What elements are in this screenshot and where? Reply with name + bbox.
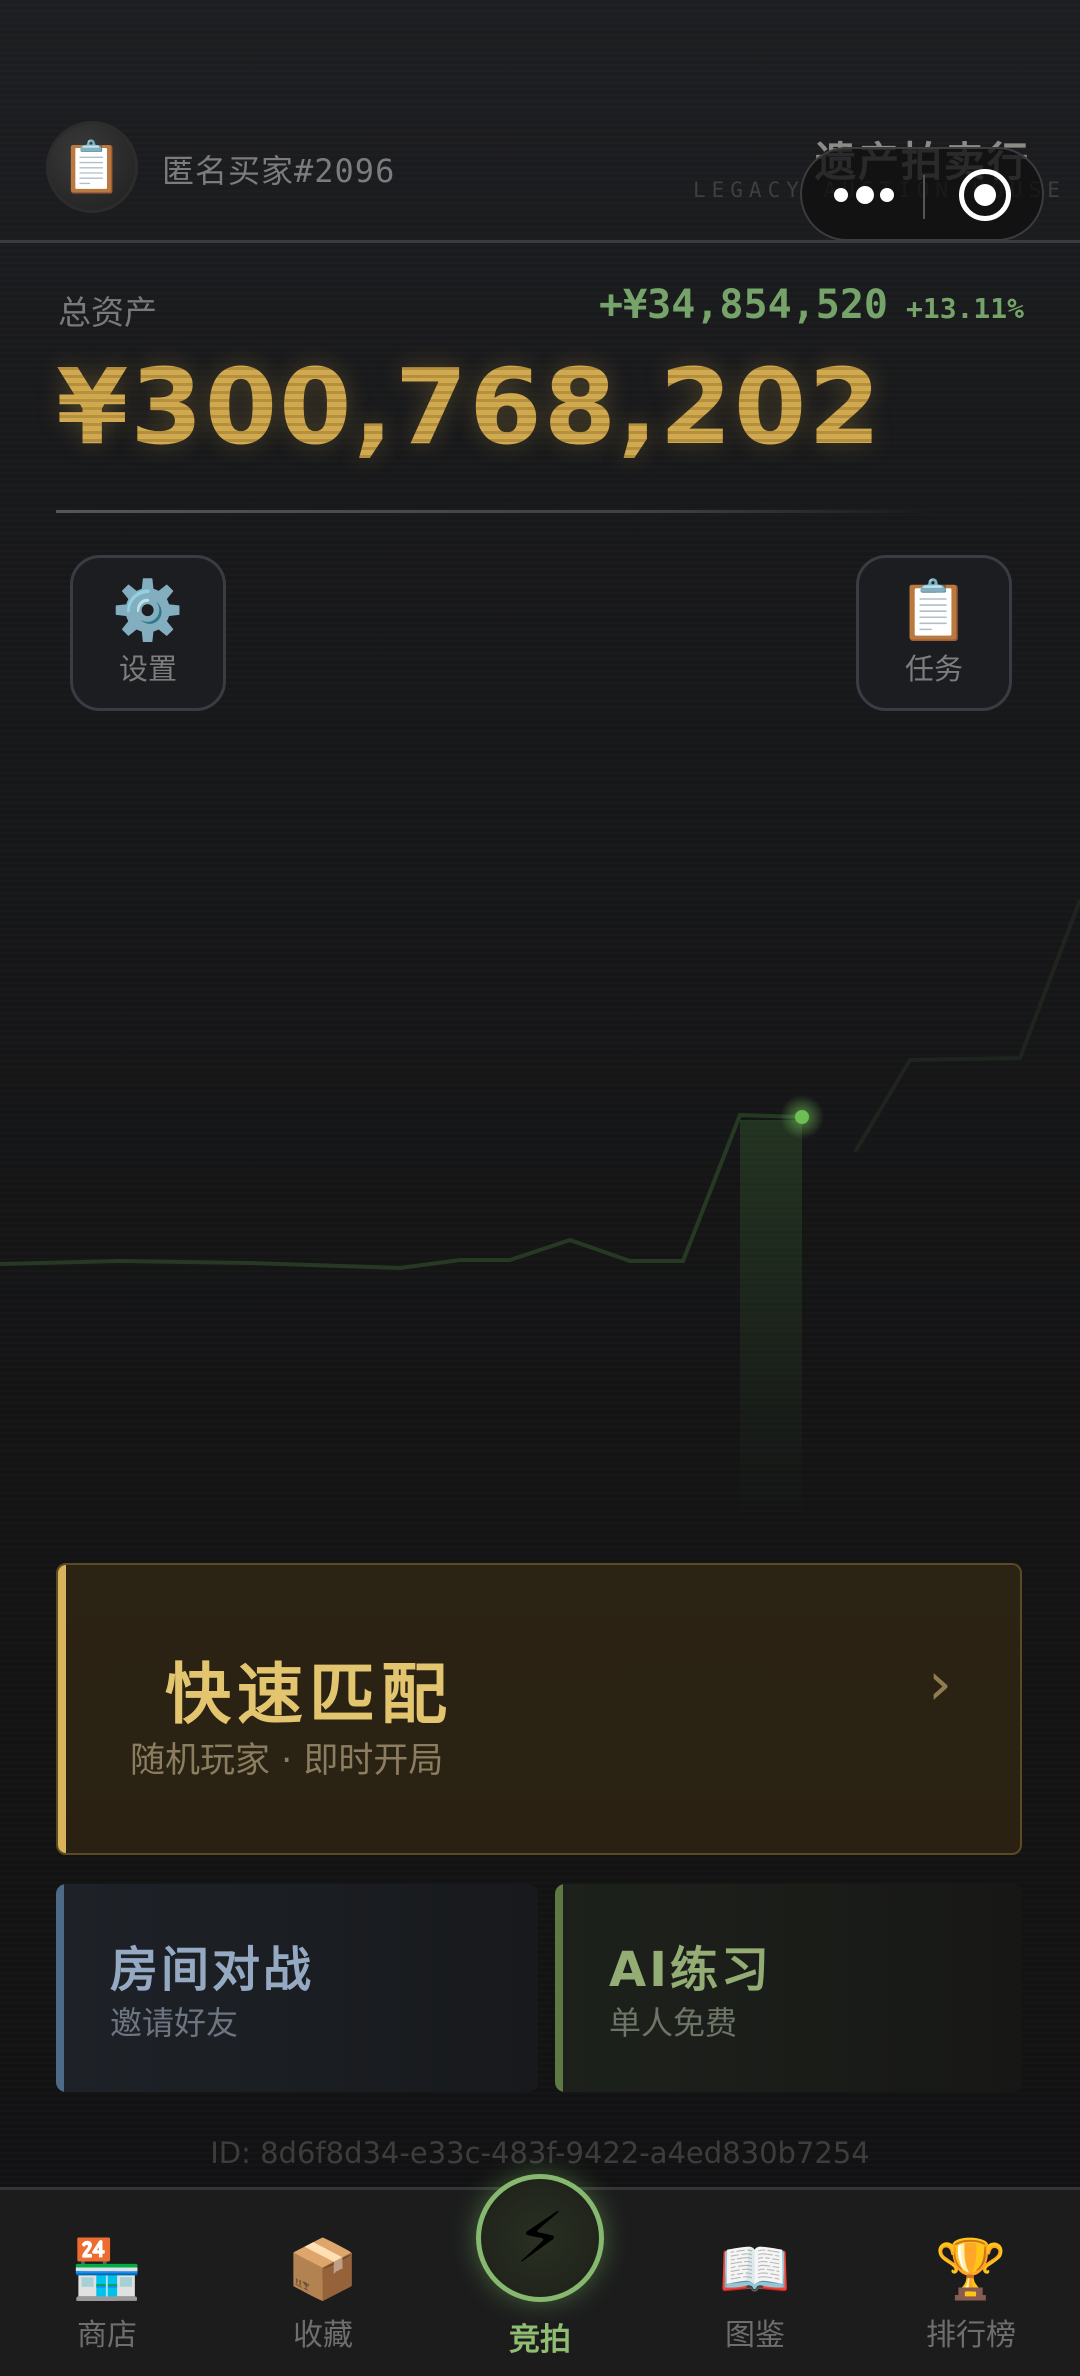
bottom-nav: 🏪 商店 📦 收藏 ⚡ 竞拍 📖 图鉴 🏆 排行榜 xyxy=(0,2174,1080,2376)
chevron-right-icon: › xyxy=(928,1649,952,1719)
total-assets-label: 总资产 xyxy=(58,293,157,332)
card-accent xyxy=(555,1884,563,2092)
assets-change-percent: +13.11% xyxy=(905,292,1024,325)
clipboard-icon: 📋 xyxy=(897,576,971,644)
trend-line-projection xyxy=(853,899,1080,1154)
avatar[interactable]: 📋 xyxy=(46,121,138,213)
nav-leaderboard[interactable]: 🏆 排行榜 xyxy=(906,2236,1036,2354)
close-target-icon[interactable] xyxy=(959,169,1011,221)
current-point-highlight xyxy=(740,1120,802,1520)
quick-match-subtitle: 随机玩家 · 即时开局 xyxy=(130,1741,444,1781)
asset-trend-chart xyxy=(0,899,1080,1520)
settings-button[interactable]: ⚙️ 设置 xyxy=(70,555,226,711)
card-accent xyxy=(56,1884,64,2092)
book-icon: 📖 xyxy=(718,2235,792,2303)
tasks-button[interactable]: 📋 任务 xyxy=(856,555,1012,711)
ai-practice-subtitle: 单人免费 xyxy=(609,2004,738,2042)
ai-practice-title: AI练习 xyxy=(609,1942,773,1998)
nav-leaderboard-label: 排行榜 xyxy=(926,2318,1016,2353)
card-accent xyxy=(58,1565,66,1853)
nav-collection[interactable]: 📦 收藏 xyxy=(258,2236,388,2354)
nav-auction-label: 竞拍 xyxy=(509,2322,571,2358)
lightning-icon: ⚡ xyxy=(515,2197,565,2279)
current-point xyxy=(795,1110,809,1124)
app-root: 📋 匿名买家#2096 LEGACY AUCTION HOUSE 遗产拍卖行 总… xyxy=(0,0,1080,2376)
nav-catalog-label: 图鉴 xyxy=(725,2318,785,2353)
trend-line-past xyxy=(0,1112,803,1271)
room-battle-subtitle: 邀请好友 xyxy=(110,2004,239,2042)
more-menu-icon[interactable] xyxy=(834,185,894,205)
nav-shop-label: 商店 xyxy=(77,2318,137,2353)
ai-practice-card[interactable]: AI练习 单人免费 xyxy=(555,1884,1022,2092)
capsule-divider xyxy=(923,175,925,219)
clipboard-icon: 📋 xyxy=(60,137,124,196)
shop-icon: 🏪 xyxy=(70,2235,144,2303)
header: 📋 匿名买家#2096 LEGACY AUCTION HOUSE 遗产拍卖行 xyxy=(0,0,1080,243)
tasks-label: 任务 xyxy=(904,652,963,686)
quick-match-card[interactable]: 快速匹配 随机玩家 · 即时开局 › xyxy=(56,1563,1022,1855)
nav-shop[interactable]: 🏪 商店 xyxy=(42,2236,172,2354)
assets-change-amount: +¥34,854,520 xyxy=(599,282,888,328)
username: 匿名买家#2096 xyxy=(162,152,396,190)
assets-change: +¥34,854,520 +13.11% xyxy=(599,282,1024,328)
divider xyxy=(56,510,936,513)
total-assets-value: ¥300,768,202 xyxy=(56,346,883,468)
nav-auction[interactable]: ⚡ xyxy=(476,2174,604,2302)
room-battle-title: 房间对战 xyxy=(110,1942,315,1998)
gear-icon: ⚙️ xyxy=(111,576,185,644)
trophy-icon: 🏆 xyxy=(934,2235,1008,2303)
nav-catalog[interactable]: 📖 图鉴 xyxy=(690,2236,820,2354)
room-battle-card[interactable]: 房间对战 邀请好友 xyxy=(56,1884,538,2092)
nav-collection-label: 收藏 xyxy=(293,2318,353,2353)
quick-match-title: 快速匹配 xyxy=(165,1656,453,1733)
user-id: ID: 8d6f8d34-e33c-483f-9422-a4ed830b7254 xyxy=(210,2136,870,2170)
mini-program-capsule xyxy=(800,147,1044,241)
box-icon: 📦 xyxy=(286,2235,360,2303)
settings-label: 设置 xyxy=(118,652,177,686)
